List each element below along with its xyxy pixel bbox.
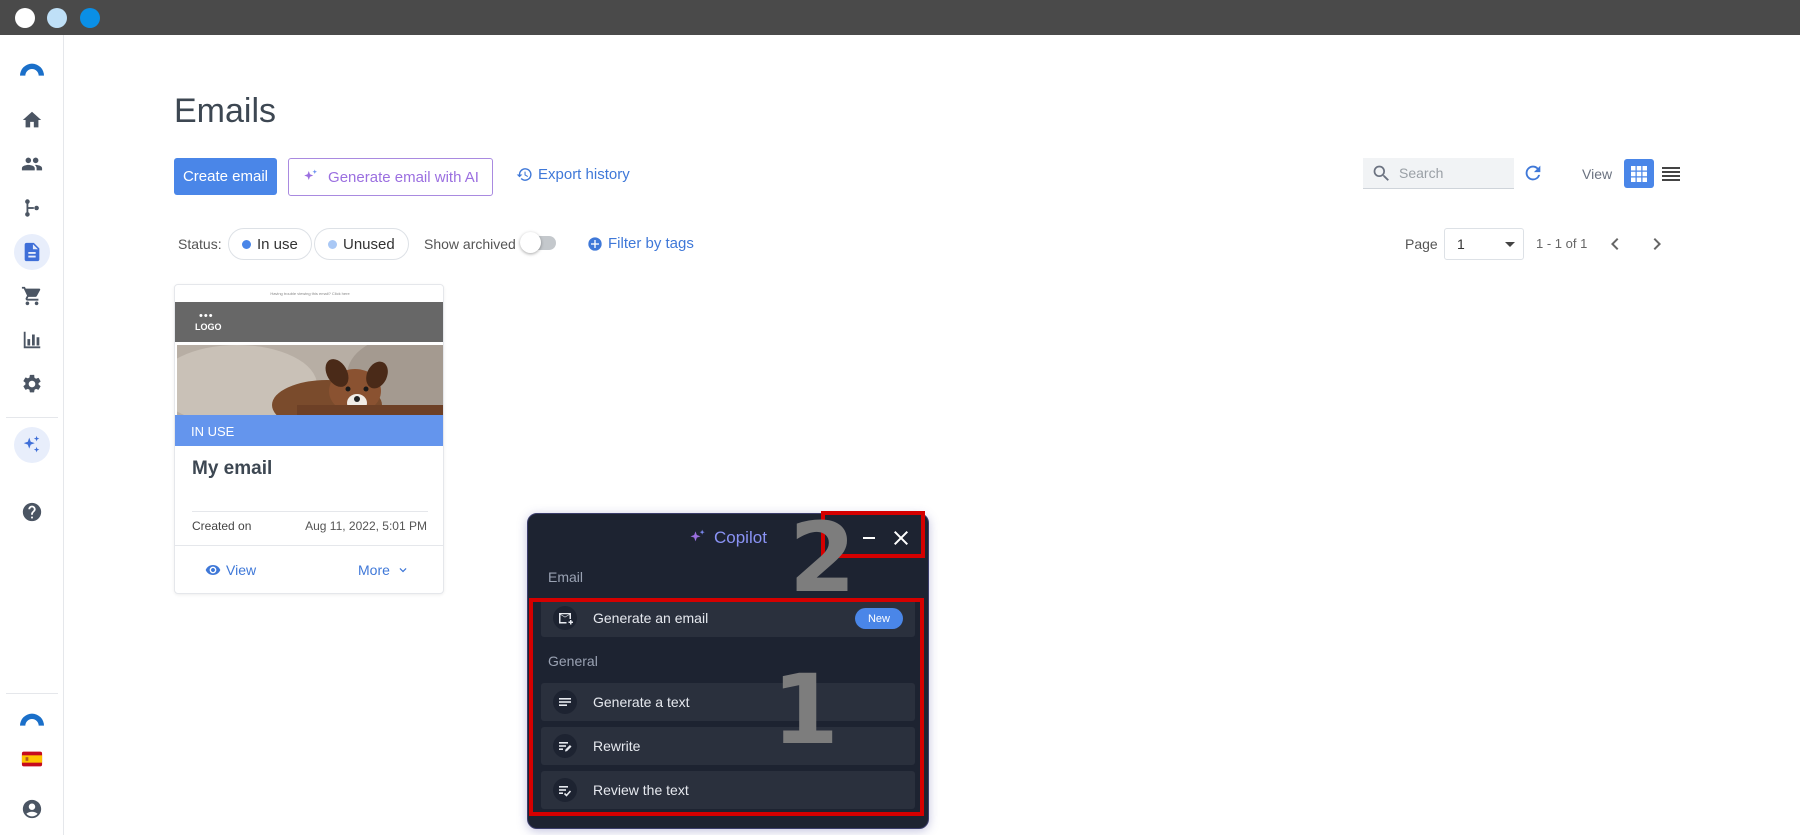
- view-label: View: [1582, 166, 1613, 182]
- filter-by-tags-button[interactable]: Filter by tags: [587, 235, 694, 252]
- search-icon: [1373, 165, 1389, 181]
- sidebar-item-reports[interactable]: [14, 322, 50, 358]
- bar-chart-icon: [23, 331, 41, 349]
- list-icon: [1662, 166, 1680, 181]
- brand-logo-bottom[interactable]: [14, 701, 50, 737]
- page-title: Emails: [174, 92, 277, 130]
- show-archived-label: Show archived: [424, 236, 516, 252]
- created-on-value: Aug 11, 2022, 5:01 PM: [305, 519, 427, 533]
- sidebar-divider: [6, 417, 58, 418]
- in-use-dot: [242, 239, 251, 249]
- chevron-down-icon: [399, 568, 407, 573]
- gear-icon: [23, 374, 41, 393]
- export-history-button[interactable]: Export history: [516, 166, 630, 183]
- show-archived-toggle[interactable]: [520, 232, 556, 253]
- search-placeholder: Search: [1399, 165, 1444, 181]
- sidebar-item-help[interactable]: [14, 494, 50, 530]
- copilot-section-email: Email: [548, 569, 584, 585]
- in-use-label: In use: [257, 235, 298, 253]
- view-email-label: View: [226, 562, 257, 578]
- sidebar-item-home[interactable]: [14, 102, 50, 138]
- account-icon: [22, 799, 42, 819]
- list-view-button[interactable]: [1658, 159, 1684, 188]
- help-icon: [22, 502, 42, 522]
- brand-arc-icon: [20, 63, 44, 76]
- brand-arc-icon: [20, 713, 44, 726]
- window-titlebar: [0, 0, 1800, 35]
- sidebar-item-contacts[interactable]: [14, 146, 50, 182]
- sidebar-item-ai[interactable]: [14, 427, 50, 463]
- document-icon: [24, 242, 40, 262]
- page-select[interactable]: 1: [1444, 228, 1524, 260]
- sidebar-item-emails[interactable]: [14, 234, 50, 270]
- copilot-title-text: Copilot: [714, 528, 767, 547]
- people-icon: [21, 157, 43, 171]
- create-email-button[interactable]: Create email: [174, 158, 277, 195]
- previous-page-icon[interactable]: [1603, 232, 1627, 256]
- sparkles-icon: [23, 435, 40, 453]
- annotation-label-1: 1: [772, 654, 839, 766]
- next-page-icon[interactable]: [1645, 232, 1669, 256]
- sparkles-icon: [690, 529, 705, 542]
- unused-label: Unused: [343, 235, 395, 253]
- view-email-button[interactable]: View: [205, 562, 256, 578]
- status-filter-label: Status:: [178, 236, 222, 252]
- email-preview-dots: •••: [199, 310, 214, 322]
- branch-icon: [25, 199, 39, 217]
- account-button[interactable]: [14, 791, 50, 827]
- pagination-range: 1 - 1 of 1: [1536, 236, 1588, 251]
- spain-flag-icon: [21, 751, 43, 767]
- annotation-label-2: 2: [789, 502, 856, 614]
- cart-icon: [21, 286, 41, 306]
- unused-dot: [328, 239, 337, 249]
- home-icon: [22, 111, 42, 128]
- status-unused-chip[interactable]: Unused: [314, 228, 409, 260]
- toggle-knob: [520, 232, 541, 253]
- email-preview-logo: LOGO: [195, 322, 222, 332]
- grid-icon: [1631, 165, 1647, 182]
- email-card[interactable]: Having trouble viewing this email? Click…: [174, 284, 444, 594]
- copilot-title: Copilot: [688, 528, 767, 548]
- plus-circle-icon: [588, 236, 602, 251]
- filter-by-tags-label: Filter by tags: [608, 235, 694, 252]
- search-input[interactable]: Search: [1363, 158, 1514, 189]
- sidebar-item-settings[interactable]: [14, 366, 50, 402]
- window-close-button[interactable]: [15, 8, 35, 28]
- dog-photo: [177, 345, 443, 415]
- generate-email-ai-button[interactable]: Generate email with AI: [288, 158, 493, 196]
- history-icon: [516, 168, 532, 181]
- email-preview-header: ••• LOGO: [175, 302, 443, 342]
- more-actions-label: More: [358, 562, 390, 578]
- page-select-value: 1: [1457, 236, 1465, 252]
- page-label: Page: [1405, 236, 1438, 252]
- email-preview-image: [177, 345, 443, 415]
- sidebar: [0, 35, 64, 835]
- email-preview-top-text: Having trouble viewing this email? Click…: [175, 285, 443, 302]
- card-footer-divider: [175, 545, 443, 546]
- sparkles-icon: [304, 169, 318, 180]
- more-actions-button[interactable]: More: [358, 562, 410, 578]
- language-flag[interactable]: [14, 741, 50, 777]
- window-maximize-button[interactable]: [80, 8, 100, 28]
- grid-view-button[interactable]: [1624, 159, 1654, 188]
- sidebar-divider-bottom: [6, 693, 58, 694]
- refresh-icon[interactable]: [1522, 162, 1544, 184]
- eye-icon: [205, 565, 221, 575]
- chevron-down-icon: [1505, 242, 1515, 247]
- email-card-title: My email: [192, 458, 273, 479]
- annotation-box-1: [529, 598, 924, 816]
- generate-email-ai-label: Generate email with AI: [328, 168, 479, 186]
- sidebar-item-automations[interactable]: [14, 190, 50, 226]
- email-status-band: IN USE: [175, 415, 443, 446]
- brand-logo[interactable]: [14, 51, 50, 87]
- card-divider: [192, 511, 428, 512]
- window-minimize-button[interactable]: [47, 8, 67, 28]
- export-history-label: Export history: [538, 166, 630, 183]
- status-in-use-chip[interactable]: In use: [228, 228, 312, 260]
- sidebar-item-ecommerce[interactable]: [14, 278, 50, 314]
- created-on-label: Created on: [192, 519, 252, 533]
